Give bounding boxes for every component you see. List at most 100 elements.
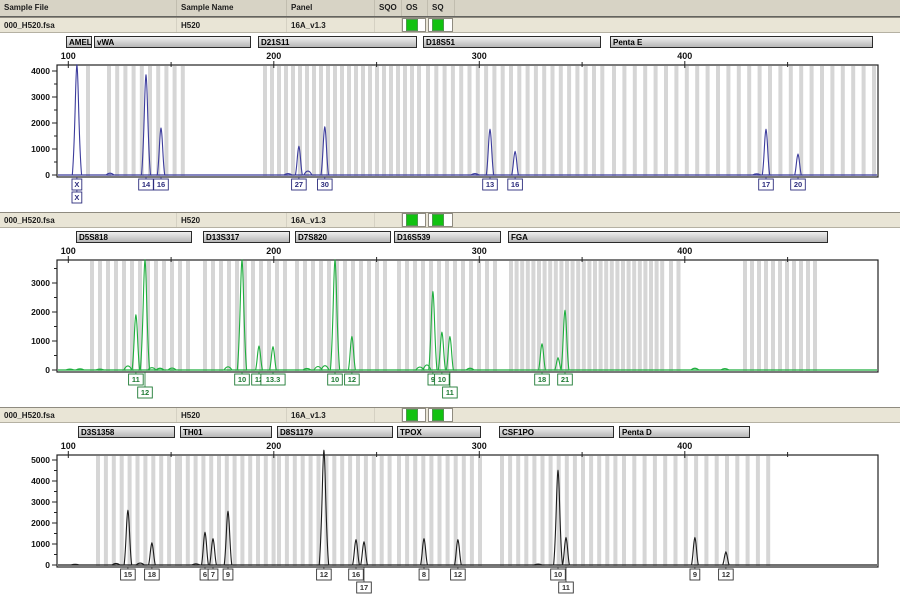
sample-name-cell[interactable]: H520 [177,213,287,227]
marker-bar-d13s317[interactable]: D13S317 [203,231,290,243]
allele-label[interactable]: 11 [129,374,144,385]
bin-stripe [468,66,472,176]
sample-file-cell[interactable]: 000_H520.fsa [0,408,177,422]
allele-label[interactable]: 12 [451,569,466,580]
allele-label[interactable]: 12 [719,569,734,580]
allele-label[interactable]: 16 [508,179,523,190]
marker-bar-amel[interactable]: AMEL [66,36,92,48]
marker-bar-d7s820[interactable]: D7S820 [295,231,391,243]
allele-label[interactable]: 17 [759,179,774,190]
panel-cell[interactable]: 16A_v1.3 [287,408,375,422]
allele-label[interactable]: 10 [235,374,250,385]
allele-label[interactable]: 20 [791,179,806,190]
sample-file-cell[interactable]: 000_H520.fsa [0,213,177,227]
electropherogram-plot-3[interactable]: 1002003004000100020003000400050001518679… [0,441,900,596]
bin-stripe [115,66,119,176]
marker-bar-d5s818[interactable]: D5S818 [76,231,192,243]
allele-label[interactable]: 16 [154,179,169,190]
sqo-cell[interactable] [375,408,402,422]
marker-bar-area: D5S818 D13S317 D7S820D16S539 FGA [0,228,900,246]
allele-label[interactable]: 17 [357,582,372,593]
panel-cell[interactable]: 16A_v1.3 [287,213,375,227]
allele-label[interactable]: 8 [419,569,429,580]
allele-label[interactable]: X [72,192,82,203]
sample-row[interactable]: 000_H520.fsaH52016A_v1.3 [0,17,900,33]
os-indicator-cell[interactable] [402,408,426,422]
y-axis-tick-label: 1000 [31,336,50,346]
bin-stripe [354,66,358,176]
allele-label[interactable]: 12 [345,374,360,385]
allele-label[interactable]: 11 [559,582,574,593]
allele-label[interactable]: 13.3 [261,374,285,385]
allele-label[interactable]: 14 [139,179,154,190]
bin-stripe [454,456,458,566]
allele-label[interactable]: X [72,179,82,190]
allele-label[interactable]: 7 [208,569,218,580]
sample-file-cell[interactable]: 000_H520.fsa [0,18,177,32]
bin-stripe [397,456,401,566]
allele-label[interactable]: 12 [138,387,153,398]
column-header-sample-file[interactable]: Sample File [0,0,177,16]
bin-stripe [771,261,775,371]
column-header-os[interactable]: OS [402,0,428,16]
electropherogram-plot-1[interactable]: 10020030040001000200030004000XX141627301… [0,51,900,206]
sample-row[interactable]: 000_H520.fsaH52016A_v1.3 [0,407,900,423]
allele-label[interactable]: 30 [318,179,333,190]
sqo-cell[interactable] [375,213,402,227]
bin-stripe [764,261,768,371]
allele-label[interactable]: 9 [223,569,233,580]
y-axis-tick-label: 0 [45,170,50,180]
bin-stripe [509,66,513,176]
allele-label[interactable]: 9 [690,569,700,580]
sq-indicator-cell[interactable] [428,408,453,422]
bin-stripe [98,261,102,371]
bin-stripe [332,456,336,566]
sample-name-cell[interactable]: H520 [177,18,287,32]
allele-label[interactable]: 15 [121,569,136,580]
bin-stripe [643,261,647,371]
allele-label[interactable]: 12 [317,569,332,580]
x-axis-tick-label: 200 [266,441,281,451]
marker-bar-penta-e[interactable]: Penta E [610,36,873,48]
column-header-sq[interactable]: SQ [428,0,455,16]
marker-bar-th01[interactable]: TH01 [180,426,272,438]
sample-name-cell[interactable]: H520 [177,408,287,422]
allele-label[interactable]: 11 [443,387,458,398]
marker-bar-d21s11[interactable]: D21S11 [258,36,417,48]
marker-bar-d8s1179[interactable]: D8S1179 [277,426,393,438]
column-header-sqo[interactable]: SQO [375,0,402,16]
allele-label[interactable]: 27 [292,179,307,190]
allele-label[interactable]: 13 [483,179,498,190]
sqo-cell[interactable] [375,18,402,32]
sq-indicator-cell[interactable] [428,213,453,227]
marker-bar-vwa[interactable]: vWA [94,36,251,48]
allele-label[interactable]: 21 [558,374,573,385]
sample-row[interactable]: 000_H520.fsaH52016A_v1.3 [0,212,900,228]
svg-text:10: 10 [554,570,562,579]
bin-stripe [726,66,730,176]
column-header-panel[interactable]: Panel [287,0,375,16]
allele-label[interactable]: 18 [535,374,550,385]
os-indicator-cell[interactable] [402,18,426,32]
marker-bar-csf1po[interactable]: CSF1PO [499,426,614,438]
trace-peak [72,65,81,175]
marker-bar-d18s51[interactable]: D18S51 [423,36,601,48]
sample-panel-2: 000_H520.fsaH52016A_v1.3 D5S818 D13S317 D7S… [0,212,900,401]
marker-bar-d16s539[interactable]: D16S539 [394,231,501,243]
bin-stripe [605,456,609,566]
bin-stripe [716,66,720,176]
allele-label[interactable]: 10 [435,374,450,385]
marker-bar-fga[interactable]: FGA [508,231,828,243]
marker-bar-d3s1358[interactable]: D3S1358 [78,426,175,438]
column-header-sample-name[interactable]: Sample Name [177,0,287,16]
allele-label[interactable]: 18 [145,569,160,580]
electropherogram-plot-2[interactable]: 10020030040001000200030001112101213.3101… [0,246,900,401]
allele-label[interactable]: 10 [328,374,343,385]
marker-bar-tpox[interactable]: TPOX [397,426,481,438]
allele-label[interactable]: 10 [551,569,566,580]
allele-label[interactable]: 16 [349,569,364,580]
os-indicator-cell[interactable] [402,213,426,227]
panel-cell[interactable]: 16A_v1.3 [287,18,375,32]
sq-indicator-cell[interactable] [428,18,453,32]
marker-bar-penta-d[interactable]: Penta D [619,426,750,438]
